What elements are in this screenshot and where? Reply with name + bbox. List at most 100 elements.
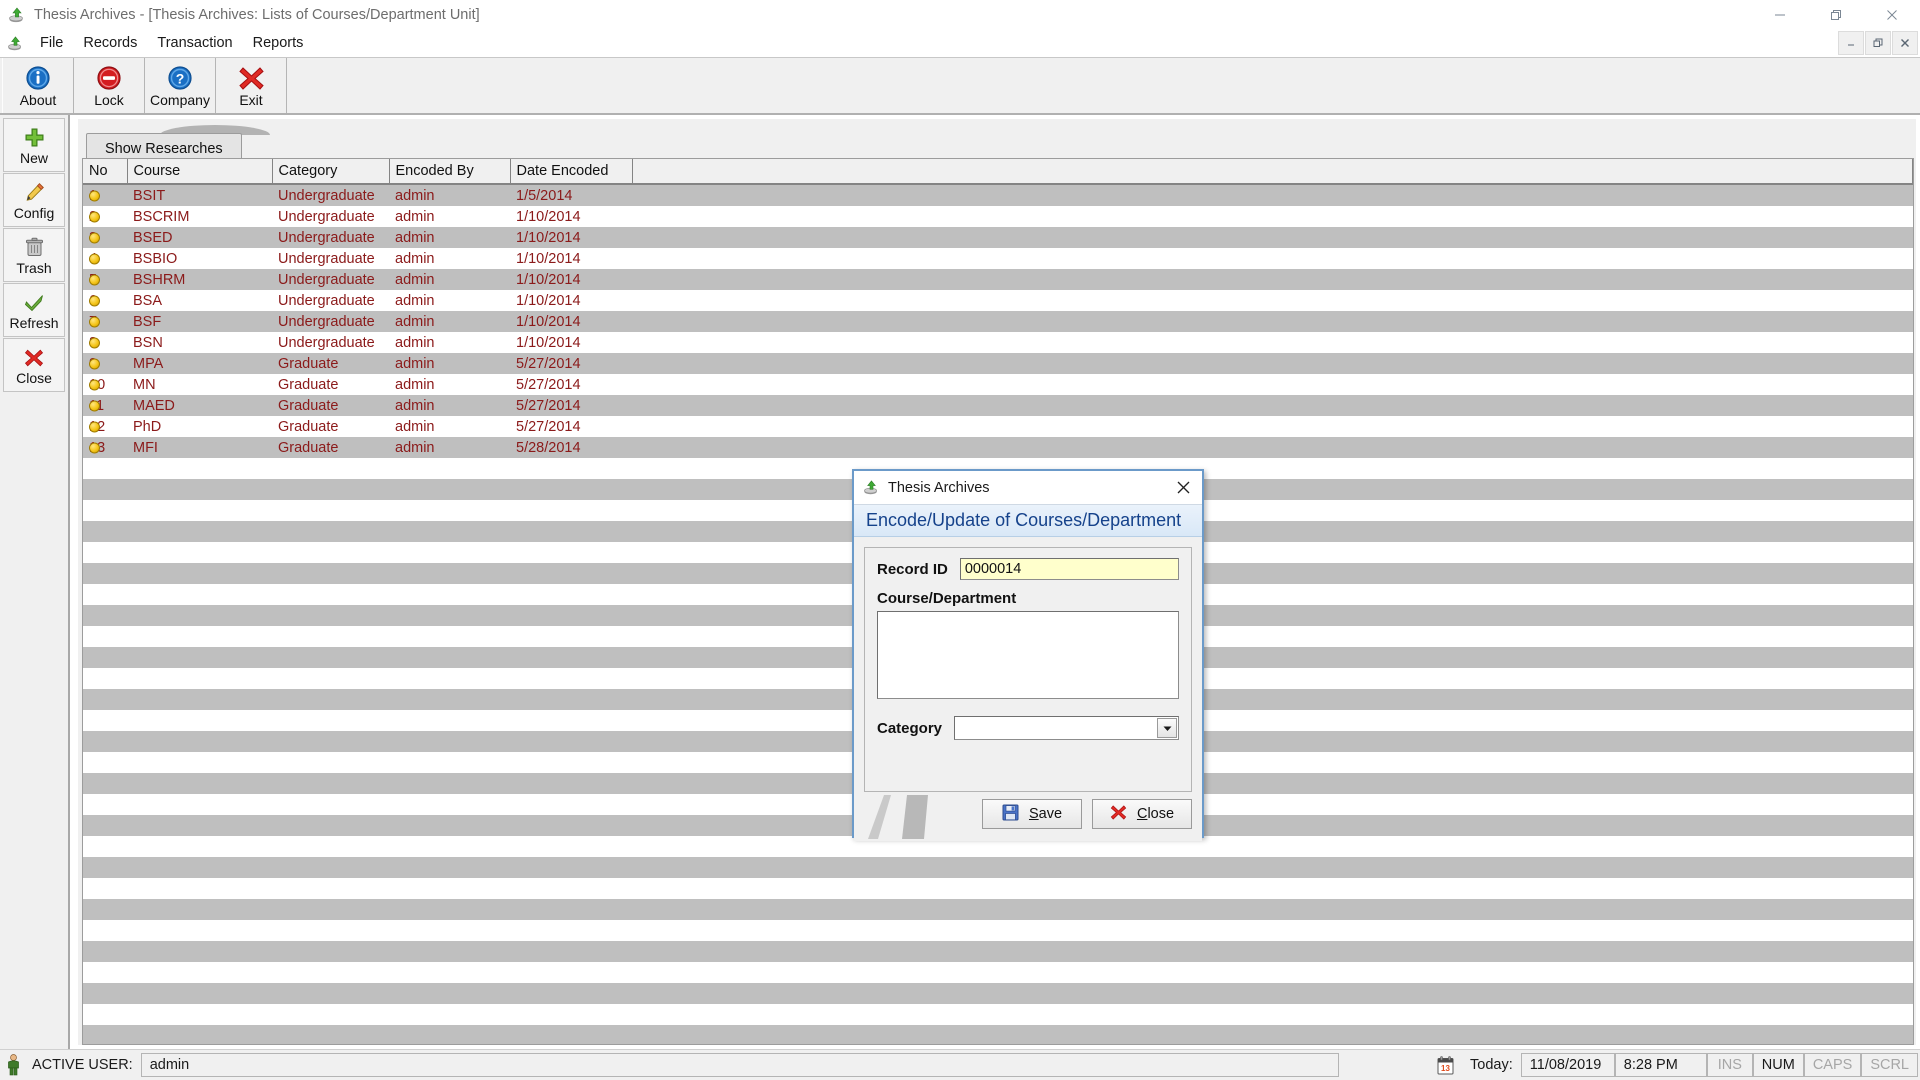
mdi-close-button[interactable] (1892, 31, 1918, 55)
table-row[interactable]: 3BSEDUndergraduateadmin1/10/2014 (83, 227, 1913, 248)
cell-date-encoded: 5/28/2014 (510, 437, 632, 458)
record-id-input[interactable] (959, 558, 1179, 580)
cell-date-encoded: 5/27/2014 (510, 353, 632, 374)
toolbar-button-about[interactable]: About (2, 58, 74, 113)
menu-item-records[interactable]: Records (73, 32, 147, 54)
form-sidebar: New Config Trash Refresh Close (0, 115, 70, 1049)
close-x-icon (24, 346, 44, 370)
cell-empty (83, 521, 127, 542)
cell-empty (389, 941, 510, 962)
table-row[interactable]: 5BSHRMUndergraduateadmin1/10/2014 (83, 269, 1913, 290)
cell-empty (389, 731, 510, 752)
dialog-close-button[interactable]: Close (1092, 799, 1192, 829)
chevron-down-icon[interactable] (1157, 718, 1177, 738)
cell-date-encoded: 1/10/2014 (510, 332, 632, 353)
user-icon (2, 1054, 24, 1076)
window-close-button[interactable] (1864, 0, 1920, 30)
cell-empty (83, 773, 127, 794)
table-row[interactable]: 8BSNUndergraduateadmin1/10/2014 (83, 332, 1913, 353)
row-bullet-icon (89, 316, 100, 327)
cell-empty (632, 605, 1913, 626)
cell-empty (83, 647, 127, 668)
table-row-empty[interactable] (83, 878, 1913, 899)
main-toolbar: About Lock ? Company Exit (0, 57, 1920, 115)
save-button[interactable]: Save (982, 799, 1082, 829)
cell-encoded-by: admin (389, 248, 510, 269)
cell-empty (510, 941, 632, 962)
column-header-encoded-by[interactable]: Encoded By (389, 159, 511, 185)
table-row-empty[interactable] (83, 962, 1913, 983)
menu-item-file[interactable]: File (30, 32, 73, 54)
sidebar-button-close[interactable]: Close (3, 338, 65, 392)
cell-empty (272, 689, 389, 710)
table-row-empty[interactable] (83, 983, 1913, 1004)
mdi-minimize-button[interactable] (1838, 31, 1864, 55)
table-row-empty[interactable] (83, 899, 1913, 920)
cell-no: 5 (83, 269, 127, 290)
cell-date-encoded: 5/27/2014 (510, 374, 632, 395)
window-maximize-button[interactable] (1808, 0, 1864, 30)
cell-no: 9 (83, 353, 127, 374)
table-row-empty[interactable] (83, 920, 1913, 941)
sidebar-button-config[interactable]: Config (3, 173, 65, 227)
sidebar-button-trash[interactable]: Trash (3, 228, 65, 282)
cell-empty (510, 458, 632, 479)
cell-empty (389, 920, 510, 941)
cell-empty (510, 563, 632, 584)
column-header-date-encoded[interactable]: Date Encoded (510, 159, 633, 185)
cell-filler (632, 353, 1913, 374)
cell-empty (632, 773, 1913, 794)
table-row[interactable]: 7BSFUndergraduateadmin1/10/2014 (83, 311, 1913, 332)
cell-empty (83, 815, 127, 836)
course-department-input[interactable] (877, 611, 1179, 699)
table-row[interactable]: 13MFIGraduateadmin5/28/2014 (83, 437, 1913, 458)
cell-empty (389, 689, 510, 710)
cell-empty (272, 542, 389, 563)
toolbar-button-company[interactable]: ? Company (145, 58, 216, 113)
column-header-course[interactable]: Course (127, 159, 273, 185)
sidebar-label-new: New (19, 149, 48, 166)
cell-empty (127, 983, 272, 1004)
table-row-empty[interactable] (83, 1004, 1913, 1025)
dialog-banner: Encode/Update of Courses/Department (854, 505, 1202, 537)
table-row-empty[interactable] (83, 941, 1913, 962)
cell-empty (389, 605, 510, 626)
menu-item-reports[interactable]: Reports (243, 32, 314, 54)
cell-category: Undergraduate (272, 311, 389, 332)
column-header-category[interactable]: Category (272, 159, 390, 185)
cell-empty (389, 815, 510, 836)
table-row-empty[interactable] (83, 857, 1913, 878)
cell-empty (272, 584, 389, 605)
table-row[interactable]: 4BSBIOUndergraduateadmin1/10/2014 (83, 248, 1913, 269)
table-row[interactable]: 10MNGraduateadmin5/27/2014 (83, 374, 1913, 395)
table-row[interactable]: 2BSCRIMUndergraduateadmin1/10/2014 (83, 206, 1913, 227)
toolbar-button-lock[interactable]: Lock (74, 58, 145, 113)
menu-item-transaction[interactable]: Transaction (147, 32, 242, 54)
table-row[interactable]: 6BSAUndergraduateadmin1/10/2014 (83, 290, 1913, 311)
cell-empty (632, 584, 1913, 605)
cell-empty (127, 1025, 272, 1044)
cell-empty (127, 626, 272, 647)
dialog-close-icon[interactable] (1170, 474, 1196, 500)
cell-empty (272, 794, 389, 815)
table-row[interactable]: 12PhDGraduateadmin5/27/2014 (83, 416, 1913, 437)
sidebar-button-refresh[interactable]: Refresh (3, 283, 65, 337)
mdi-restore-button[interactable] (1865, 31, 1891, 55)
sidebar-button-new[interactable]: New (3, 118, 65, 172)
column-header-no[interactable]: No (83, 159, 128, 185)
table-row-empty[interactable] (83, 1025, 1913, 1044)
sidebar-label-trash: Trash (16, 259, 52, 276)
cell-empty (83, 710, 127, 731)
table-row[interactable]: 9MPAGraduateadmin5/27/2014 (83, 353, 1913, 374)
cell-encoded-by: admin (389, 437, 510, 458)
table-row[interactable]: 11MAEDGraduateadmin5/27/2014 (83, 395, 1913, 416)
cell-empty (389, 899, 510, 920)
cell-empty (127, 962, 272, 983)
cell-empty (510, 500, 632, 521)
window-minimize-button[interactable] (1752, 0, 1808, 30)
category-input[interactable] (955, 717, 1157, 739)
category-combobox[interactable] (954, 716, 1179, 740)
cell-empty (127, 836, 272, 857)
table-row[interactable]: 1BSITUndergraduateadmin1/5/2014 (83, 184, 1913, 206)
toolbar-button-exit[interactable]: Exit (216, 58, 287, 113)
